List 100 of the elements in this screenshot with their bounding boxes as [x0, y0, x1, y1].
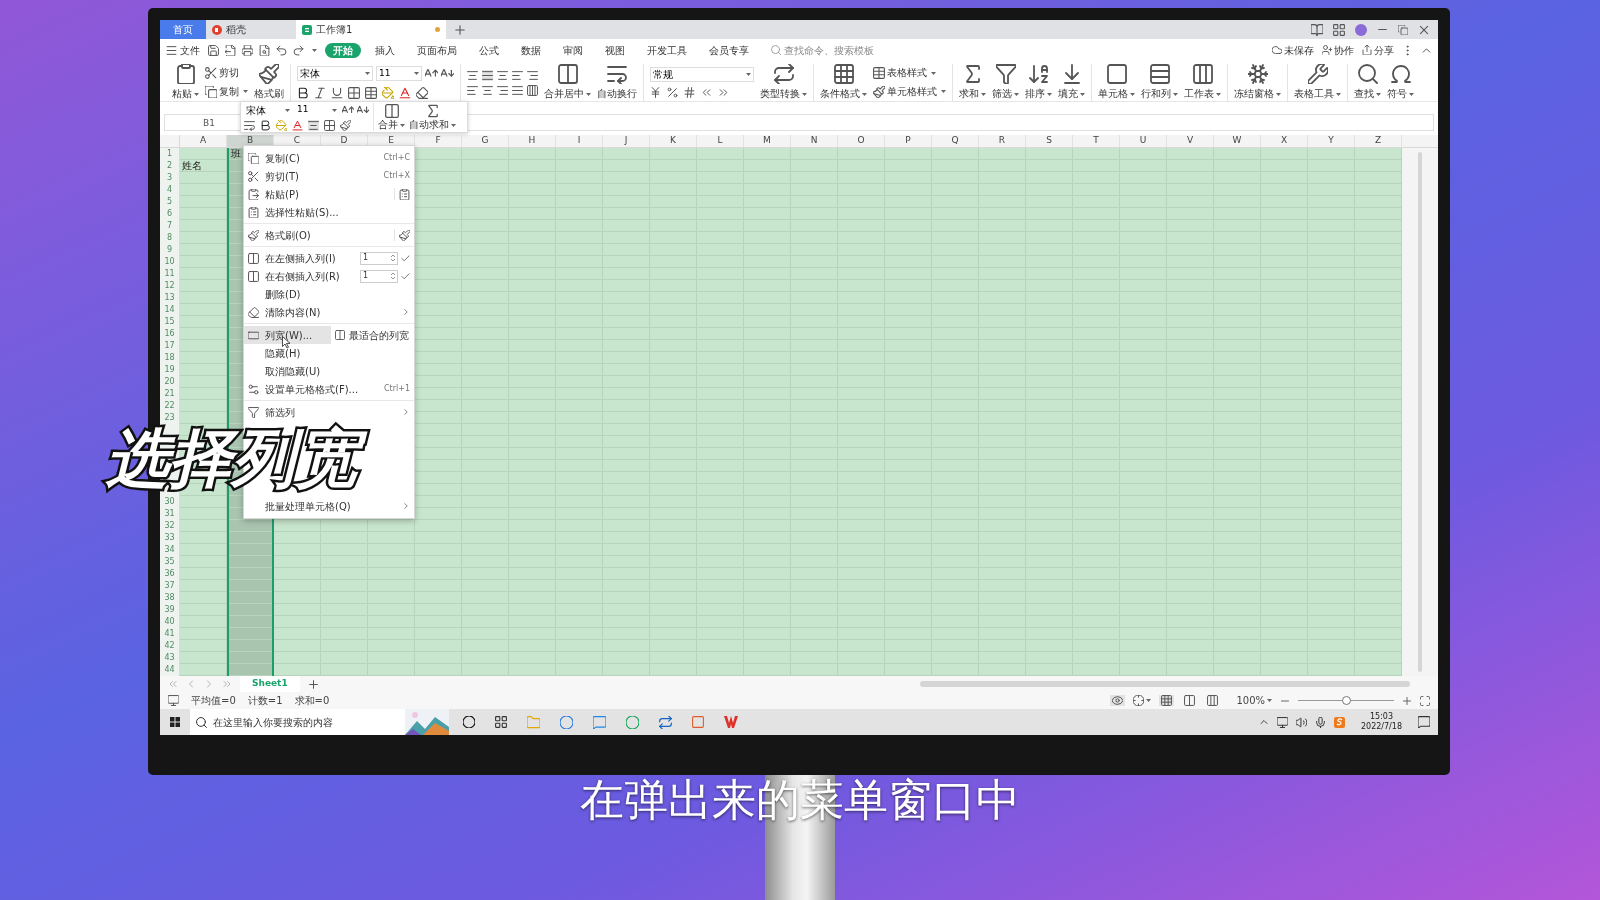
menu-item[interactable]: 删除(D): [244, 285, 414, 303]
row-header[interactable]: 1: [166, 150, 173, 158]
column-header[interactable]: Z: [1355, 135, 1402, 147]
font-select[interactable]: 宋体: [244, 103, 292, 117]
menu-item[interactable]: 清除内容(N): [244, 303, 414, 321]
size-select[interactable]: 11: [376, 66, 422, 81]
ribbon-button[interactable]: 表格样式: [873, 67, 946, 80]
command-search[interactable]: 查找命令、搜索模板: [771, 42, 904, 58]
row-header[interactable]: 30: [164, 498, 175, 506]
row-header[interactable]: 21: [164, 390, 175, 398]
row-header[interactable]: 36: [164, 570, 175, 578]
window-tab[interactable]: 工作簿1: [296, 20, 446, 39]
ribbon-button[interactable]: 工作表: [1184, 64, 1221, 101]
taskbar-search[interactable]: 在这里输入你要搜索的内容: [190, 709, 405, 735]
menu-item[interactable]: 最适合的列宽: [330, 326, 414, 344]
ribbon-button[interactable]: 查找: [1354, 64, 1381, 101]
ribbon-button[interactable]: 粘贴: [172, 64, 199, 101]
ribbon-button[interactable]: 复制: [205, 85, 248, 98]
menu-item[interactable]: 剪切(T) Ctrl+X: [244, 167, 414, 185]
ribbon-button[interactable]: 单元格: [1098, 64, 1135, 101]
row-header[interactable]: 7: [166, 222, 173, 230]
row-header[interactable]: 2: [166, 162, 173, 170]
column-header[interactable]: S: [1026, 135, 1073, 147]
menu-item[interactable]: 复制(C) Ctrl+C: [244, 149, 414, 167]
input-method-icon[interactable]: [1333, 716, 1345, 728]
column-header[interactable]: T: [1073, 135, 1120, 147]
ribbon-tab[interactable]: 会员专享: [701, 42, 757, 58]
menu-item[interactable]: 格式刷(O): [244, 226, 394, 244]
ribbon-button[interactable]: 自动换行: [597, 64, 637, 101]
font-select[interactable]: 宋体: [297, 66, 373, 81]
menu-item[interactable]: 批量处理单元格(Q): [244, 497, 414, 515]
menu-item[interactable]: 隐藏(H): [244, 344, 414, 362]
size-select[interactable]: 11: [295, 103, 339, 117]
menu-item[interactable]: 粘贴(P): [244, 185, 394, 203]
row-header[interactable]: 42: [164, 642, 175, 650]
row-header[interactable]: 5: [166, 198, 173, 206]
menu-item[interactable]: 设置单元格格式(F)... Ctrl+1: [244, 380, 414, 398]
row-header[interactable]: 32: [164, 522, 175, 530]
row-header[interactable]: 12: [164, 282, 175, 290]
row-header[interactable]: 14: [164, 306, 175, 314]
row-header[interactable]: 19: [164, 366, 175, 374]
menu-item[interactable]: 选择性粘贴(S)...: [244, 203, 414, 221]
menu-item[interactable]: 筛选列: [244, 403, 414, 421]
row-header[interactable]: 6: [166, 210, 173, 218]
row-header[interactable]: 18: [164, 354, 175, 362]
menu-item[interactable]: 在右侧插入列(R): [265, 268, 360, 284]
mini-toolbar-button[interactable]: 合并: [378, 104, 405, 130]
file-menu[interactable]: 文件: [166, 42, 200, 58]
ribbon-button[interactable]: 表格工具: [1294, 64, 1341, 101]
ribbon-tab[interactable]: 公式: [471, 42, 507, 58]
column-header[interactable]: Q: [932, 135, 979, 147]
column-header[interactable]: O: [838, 135, 885, 147]
column-header[interactable]: R: [979, 135, 1026, 147]
ribbon-button[interactable]: 填充: [1058, 64, 1085, 101]
search-field[interactable]: 在这里输入你要搜索的内容: [213, 714, 383, 730]
row-header[interactable]: 31: [164, 510, 175, 518]
toolbar-action[interactable]: 协作: [1322, 42, 1354, 58]
zoom-slider-thumb[interactable]: [1342, 696, 1351, 705]
column-header[interactable]: J: [603, 135, 650, 147]
ribbon-button[interactable]: 合并居中: [544, 64, 591, 101]
column-header[interactable]: U: [1120, 135, 1167, 147]
row-header[interactable]: 22: [164, 402, 175, 410]
office-app-icon[interactable]: [724, 716, 738, 728]
number-format-select[interactable]: 常规: [650, 66, 754, 82]
row-header[interactable]: 23: [164, 414, 175, 422]
row-header[interactable]: 15: [164, 318, 175, 326]
zoom-level[interactable]: 100%: [1236, 693, 1272, 708]
ribbon-button[interactable]: 类型转换: [760, 64, 807, 101]
row-header[interactable]: 33: [164, 534, 175, 542]
ribbon-button[interactable]: 条件格式: [820, 64, 867, 101]
ribbon-button[interactable]: 符号: [1387, 64, 1414, 101]
ribbon-button[interactable]: 筛选: [992, 64, 1019, 101]
row-header[interactable]: 40: [164, 618, 175, 626]
column-header[interactable]: X: [1261, 135, 1308, 147]
column-header[interactable]: M: [744, 135, 791, 147]
view-button[interactable]: [1205, 695, 1221, 706]
count-field[interactable]: 1: [360, 269, 398, 283]
row-header[interactable]: 4: [166, 186, 173, 194]
row-header[interactable]: 43: [164, 654, 175, 662]
ribbon-tab[interactable]: 视图: [597, 42, 633, 58]
row-header[interactable]: 9: [166, 246, 173, 254]
window-tab[interactable]: 稻壳: [206, 20, 296, 39]
row-header[interactable]: 34: [164, 546, 175, 554]
row-header[interactable]: 37: [164, 582, 175, 590]
row-header[interactable]: 3: [166, 174, 173, 182]
ribbon-button[interactable]: 求和: [959, 64, 986, 101]
start-icon[interactable]: [170, 717, 180, 727]
horizontal-scrollbar[interactable]: [920, 681, 1410, 687]
ribbon-button[interactable]: 冻结窗格: [1234, 64, 1281, 101]
mini-toolbar-button[interactable]: 自动求和: [409, 104, 456, 130]
row-header[interactable]: 44: [164, 666, 175, 674]
row-header[interactable]: 17: [164, 342, 175, 350]
ribbon-button[interactable]: 单元格样式: [873, 85, 946, 98]
view-button[interactable]: [1182, 695, 1198, 706]
toolbar-action[interactable]: 未保存: [1272, 42, 1314, 58]
count-field[interactable]: 1: [360, 251, 398, 265]
ribbon-tab[interactable]: 插入: [367, 42, 403, 58]
row-header[interactable]: 13: [164, 294, 175, 302]
row-header[interactable]: 16: [164, 330, 175, 338]
row-header[interactable]: 39: [164, 606, 175, 614]
